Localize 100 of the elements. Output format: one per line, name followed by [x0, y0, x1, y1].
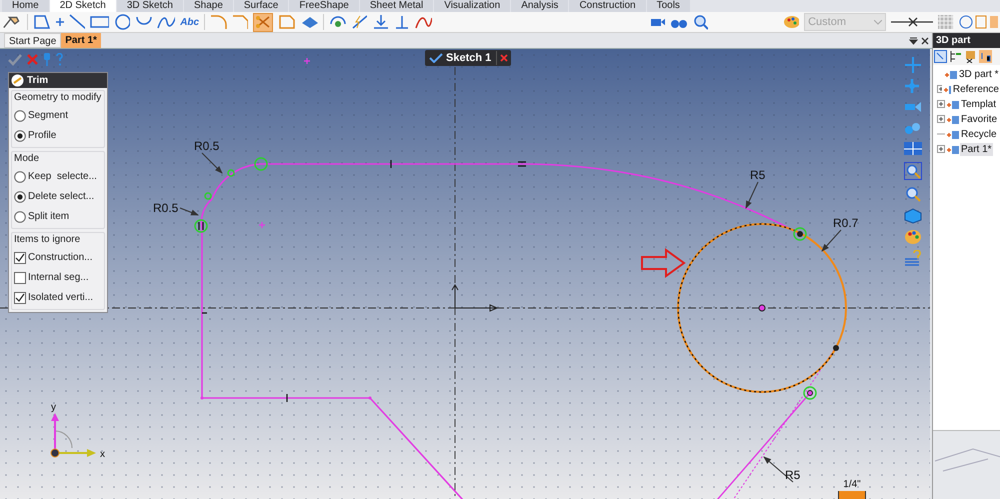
close-sketch-button[interactable] [496, 51, 510, 65]
option-label: Delete select... [28, 190, 94, 204]
checkmark-icon[interactable] [429, 53, 443, 63]
dropdown-caret-icon [874, 20, 882, 24]
option-label: Internal seg... [28, 271, 89, 285]
ribbon-tab[interactable]: Analysis [511, 0, 568, 12]
tree-item[interactable]: Favorite [960, 113, 998, 126]
ribbon-tab[interactable]: Shape [184, 0, 233, 12]
close-icon[interactable] [921, 37, 929, 45]
group-title: Geometry to modify [14, 91, 102, 105]
pane-menu-icon[interactable] [909, 36, 918, 45]
ribbon-tab[interactable]: Construction [569, 0, 646, 12]
constraint-icon[interactable] [329, 14, 346, 30]
arrow-icon [641, 248, 686, 278]
radio-button[interactable] [14, 210, 26, 222]
vertical-constraint-icon[interactable] [372, 14, 389, 30]
dimension-icon[interactable] [350, 14, 368, 30]
dimension-label: R0.7 [833, 216, 858, 230]
tree-node-icon [946, 114, 959, 124]
option-label: Isolated verti... [28, 291, 94, 305]
option-label: Split item [28, 210, 70, 224]
tree-tool-icon[interactable] [979, 50, 992, 63]
window-layout-icon[interactable] [903, 141, 923, 157]
scale-bar [838, 491, 866, 499]
ribbon-tab[interactable]: Sheet Metal [360, 0, 434, 12]
palette-icon[interactable] [782, 14, 800, 30]
ribbon-tab[interactable]: Visualization [434, 0, 510, 12]
tree-item[interactable]: Part 1* [960, 143, 993, 156]
equal-constraint-mark [517, 161, 527, 167]
ribbon-tab[interactable]: 2D Sketch [50, 0, 116, 12]
chamfer-icon[interactable] [232, 14, 248, 30]
leader-line [180, 208, 199, 216]
radio-button[interactable] [14, 130, 26, 142]
dimension-label: R0.5 [153, 201, 178, 215]
tree-item[interactable]: 3D part * [958, 68, 1000, 81]
dimension-label: R5 [785, 468, 800, 482]
ribbon-tab[interactable]: Home [2, 0, 49, 12]
tree-node-icon [946, 144, 959, 154]
radio-button[interactable] [14, 190, 26, 202]
perpendicular-icon[interactable] [394, 14, 409, 30]
leader-line [746, 182, 758, 209]
axis-label: y [51, 402, 56, 413]
document-tab[interactable]: Part 1* [61, 33, 101, 48]
box-view-icon[interactable] [904, 208, 922, 224]
origin-axes-icon [452, 284, 498, 312]
ribbon-tab[interactable]: Tools [646, 0, 690, 12]
radio-button[interactable] [14, 110, 26, 122]
sketch-title: Sketch 1 [445, 50, 492, 66]
expand-icon[interactable] [937, 85, 942, 94]
ribbon-tab[interactable]: 3D Sketch [116, 0, 183, 12]
dimension-label: R5 [750, 168, 766, 182]
option-label: Profile [28, 129, 56, 143]
line-icon[interactable] [68, 14, 86, 30]
option-label: Segment [28, 109, 68, 123]
checkbox[interactable] [14, 272, 26, 284]
checkbox[interactable] [14, 292, 26, 304]
tree-item[interactable]: Recycle [960, 128, 998, 141]
axis-triad-icon [50, 413, 96, 458]
option-label: Construction... [28, 251, 92, 265]
panel-title: 3D part [933, 33, 1000, 48]
tree-tool-icon[interactable] [949, 50, 962, 63]
group-title: Mode [14, 152, 40, 166]
group-title: Items to ignore [14, 233, 82, 247]
document-tab[interactable]: Start Page [4, 33, 62, 48]
radio-button[interactable] [14, 170, 26, 182]
zoom-window-icon[interactable] [904, 162, 922, 180]
dimension-label: R0.5 [194, 139, 220, 153]
checkbox[interactable] [14, 252, 26, 264]
checkmark-icon[interactable] [8, 54, 22, 66]
leader-line [202, 152, 223, 174]
camera-icon[interactable] [904, 99, 922, 115]
text-tool[interactable]: Abc [180, 14, 200, 30]
line-style-icon[interactable] [890, 16, 933, 28]
expand-icon[interactable] [937, 100, 945, 109]
tree-node-icon [942, 84, 951, 94]
properties-icon[interactable] [904, 250, 922, 266]
tree-item[interactable]: Reference [952, 83, 1000, 96]
expand-icon[interactable] [937, 145, 945, 154]
tree-item[interactable]: Templat [960, 98, 998, 111]
fillet-icon[interactable] [210, 14, 227, 30]
tree-node-icon [946, 100, 959, 110]
select-pointer-icon[interactable] [2, 14, 22, 30]
ribbon-tab[interactable]: FreeShape [289, 0, 359, 12]
trim-button[interactable] [253, 12, 274, 32]
palette-icon[interactable] [904, 229, 922, 245]
scale-label: 1/4" [843, 479, 861, 491]
offset-icon[interactable] [278, 14, 295, 30]
tree-node-icon [944, 70, 957, 80]
preview-thumbnail [933, 430, 1000, 499]
ribbon-tab[interactable]: Surface [234, 0, 288, 12]
zoom-icon[interactable] [904, 185, 922, 203]
scissors-icon [11, 74, 24, 87]
polyline-icon[interactable] [33, 14, 50, 30]
leader-line [821, 230, 842, 252]
panel-title: Trim [27, 74, 48, 88]
zoom-icon[interactable] [692, 14, 708, 30]
tree-node-icon [946, 130, 959, 140]
axis-label: x [100, 449, 105, 460]
expand-icon[interactable] [937, 115, 945, 124]
tree-tool-icon[interactable] [964, 50, 977, 63]
